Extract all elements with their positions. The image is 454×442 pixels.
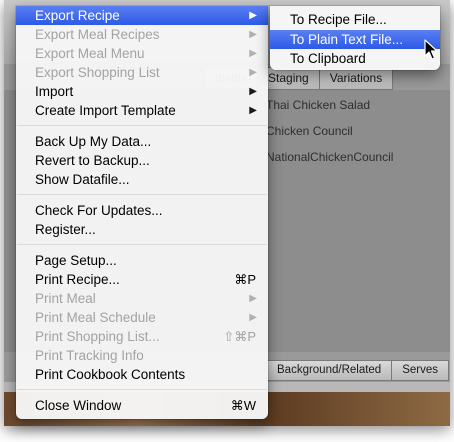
submenu-arrow-icon: ▶ <box>249 86 257 97</box>
submenu-arrow-icon: ▶ <box>249 29 257 40</box>
menu-item-label: Export Meal Recipes <box>35 27 160 42</box>
submenu-item-label: To Plain Text File... <box>290 32 404 47</box>
menu-item-label: Register... <box>35 222 96 237</box>
menu-item-label: Print Recipe... <box>35 272 120 287</box>
menu-item-label: Page Setup... <box>35 253 117 268</box>
lower-tabs: Background/Related Serves <box>266 360 450 381</box>
menu-item-label: Close Window <box>35 398 122 413</box>
menu-item-label: Check For Updates... <box>35 203 163 218</box>
recipe-name-field[interactable]: Thai Chicken Salad <box>266 98 370 112</box>
menu-item-export-shopping-list[interactable]: Export Shopping List ▶ <box>16 63 268 82</box>
submenu-arrow-icon: ▶ <box>249 105 257 116</box>
menu-item-export-meal-recipes[interactable]: Export Meal Recipes ▶ <box>16 25 268 44</box>
menu-item-print-meal[interactable]: Print Meal ▶ <box>16 289 268 308</box>
tab-background-related[interactable]: Background/Related <box>266 360 393 381</box>
menu-item-label: Print Meal <box>35 291 96 306</box>
menu-item-label: Create Import Template <box>35 103 176 118</box>
file-menu: Export Recipe ▶ Export Meal Recipes ▶ Ex… <box>16 6 268 419</box>
menu-item-label: Export Shopping List <box>35 65 160 80</box>
arrow-cursor-icon <box>424 39 438 60</box>
menu-item-page-setup[interactable]: Page Setup... <box>16 251 268 270</box>
submenu-item-label: To Clipboard <box>290 51 366 66</box>
menu-item-print-recipe[interactable]: Print Recipe... ⌘P <box>16 270 268 289</box>
menu-item-export-meal-menu[interactable]: Export Meal Menu ▶ <box>16 44 268 63</box>
export-recipe-submenu: To Recipe File... To Plain Text File... … <box>270 6 440 70</box>
tab-variations[interactable]: Variations <box>319 67 394 90</box>
keyboard-shortcut: ⌘W <box>230 398 256 413</box>
menu-item-label: Show Datafile... <box>35 172 130 187</box>
menu-separator <box>17 125 267 126</box>
menu-item-print-tracking-info[interactable]: Print Tracking Info <box>16 346 268 365</box>
submenu-arrow-icon: ▶ <box>249 312 257 323</box>
menu-item-revert-to-backup[interactable]: Revert to Backup... <box>16 151 268 170</box>
keyboard-shortcut: ⌘P <box>234 272 256 287</box>
menu-item-create-import-template[interactable]: Create Import Template ▶ <box>16 101 268 120</box>
menu-item-label: Print Tracking Info <box>35 348 144 363</box>
submenu-arrow-icon: ▶ <box>249 67 257 78</box>
menu-item-label: Revert to Backup... <box>35 153 150 168</box>
menu-item-back-up-data[interactable]: Back Up My Data... <box>16 132 268 151</box>
menu-item-label: Back Up My Data... <box>35 134 152 149</box>
submenu-arrow-icon: ▶ <box>249 10 257 21</box>
recipe-source-field[interactable]: Chicken Council <box>266 124 353 138</box>
submenu-arrow-icon: ▶ <box>249 293 257 304</box>
menu-item-label: Import <box>35 84 74 99</box>
menu-item-register[interactable]: Register... <box>16 220 268 239</box>
submenu-arrow-icon: ▶ <box>249 48 257 59</box>
menu-item-export-recipe[interactable]: Export Recipe ▶ <box>16 6 268 25</box>
menu-item-label: Print Cookbook Contents <box>35 367 186 382</box>
tab-serves[interactable]: Serves <box>392 360 450 381</box>
menu-item-print-meal-schedule[interactable]: Print Meal Schedule ▶ <box>16 308 268 327</box>
menu-separator <box>17 389 267 390</box>
menu-item-import[interactable]: Import ▶ <box>16 82 268 101</box>
keyboard-shortcut: ⇧⌘P <box>223 329 256 344</box>
submenu-item-to-plain-text-file[interactable]: To Plain Text File... <box>270 30 440 49</box>
menu-item-print-shopping-list[interactable]: Print Shopping List... ⇧⌘P <box>16 327 268 346</box>
menu-separator <box>17 244 267 245</box>
recipe-author-field[interactable]: NationalChickenCouncil <box>266 150 393 164</box>
menu-item-check-for-updates[interactable]: Check For Updates... <box>16 201 268 220</box>
menu-item-label: Export Recipe <box>35 8 120 23</box>
submenu-item-to-clipboard[interactable]: To Clipboard <box>270 49 440 68</box>
menu-item-close-window[interactable]: Close Window ⌘W <box>16 396 268 415</box>
menu-item-label: Print Shopping List... <box>35 329 160 344</box>
menu-item-show-datafile[interactable]: Show Datafile... <box>16 170 268 189</box>
menu-item-label: Export Meal Menu <box>35 46 145 61</box>
menu-item-label: Print Meal Schedule <box>35 310 156 325</box>
submenu-item-to-recipe-file[interactable]: To Recipe File... <box>270 10 440 29</box>
submenu-item-label: To Recipe File... <box>290 12 387 27</box>
menu-item-print-cookbook-contents[interactable]: Print Cookbook Contents <box>16 365 268 384</box>
menu-separator <box>17 194 267 195</box>
